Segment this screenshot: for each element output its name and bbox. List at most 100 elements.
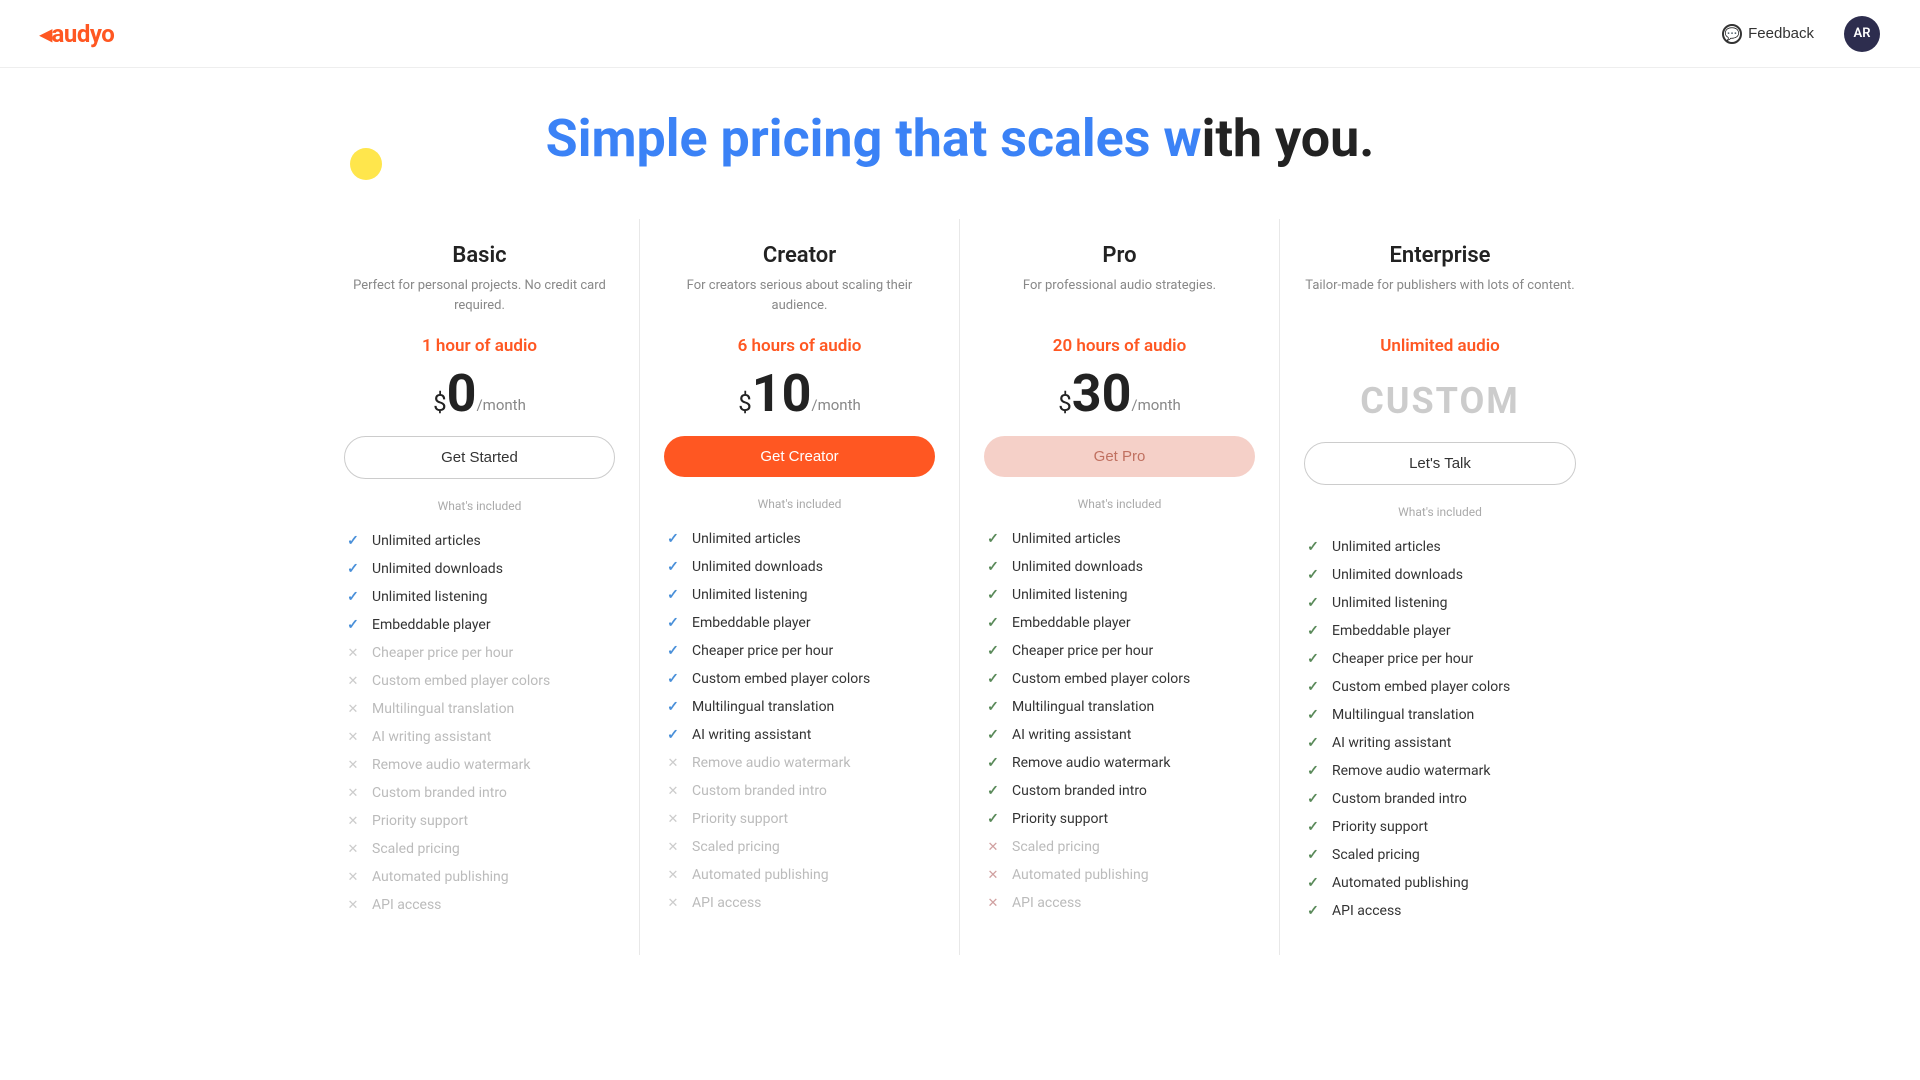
whats-included-label: What's included xyxy=(1304,505,1576,519)
check-icon: ✓ xyxy=(664,586,682,604)
check-icon: ✓ xyxy=(984,810,1002,828)
feature-item: ✕ API access xyxy=(664,889,935,917)
feature-item: ✓ Custom branded intro xyxy=(1304,785,1576,813)
feature-label: Scaled pricing xyxy=(1012,839,1100,855)
feature-label: Scaled pricing xyxy=(1332,847,1420,863)
feature-label: Embeddable player xyxy=(372,617,491,633)
feature-item: ✓ Unlimited downloads xyxy=(1304,561,1576,589)
feature-item: ✓ Cheaper price per hour xyxy=(1304,645,1576,673)
feature-label: Priority support xyxy=(1012,811,1108,827)
feature-list: ✓ Unlimited articles ✓ Unlimited downloa… xyxy=(984,525,1255,917)
check-icon: ✓ xyxy=(984,726,1002,744)
check-icon: ✓ xyxy=(1304,566,1322,584)
check-icon: ✓ xyxy=(664,614,682,632)
feature-item: ✓ Custom embed player colors xyxy=(984,665,1255,693)
feature-item: ✓ Remove audio watermark xyxy=(1304,757,1576,785)
feature-label: Embeddable player xyxy=(692,615,811,631)
feature-item: ✕ Remove audio watermark xyxy=(344,751,615,779)
check-icon: ✓ xyxy=(1304,622,1322,640)
check-icon: ✓ xyxy=(1304,762,1322,780)
check-icon: ✓ xyxy=(984,782,1002,800)
feature-item: ✕ Scaled pricing xyxy=(664,833,935,861)
feature-item: ✓ Embeddable player xyxy=(344,611,615,639)
feature-label: Custom embed player colors xyxy=(1332,679,1510,695)
feature-item: ✓ Custom branded intro xyxy=(984,777,1255,805)
avatar[interactable]: AR xyxy=(1844,16,1880,52)
hero-section: Simple pricing that scales with you. xyxy=(0,68,1920,189)
check-icon: ✓ xyxy=(664,530,682,548)
plan-audio: 1 hour of audio xyxy=(344,336,615,356)
price-custom: CUSTOM xyxy=(1304,368,1576,442)
feature-label: Unlimited listening xyxy=(1012,587,1127,603)
plan-audio: Unlimited audio xyxy=(1304,336,1576,356)
check-icon: ✓ xyxy=(984,698,1002,716)
x-icon: ✕ xyxy=(664,838,682,856)
whats-included-label: What's included xyxy=(664,497,935,511)
price-amount: 0 xyxy=(447,368,477,420)
price-period: /month xyxy=(811,396,860,420)
feature-item: ✓ Unlimited downloads xyxy=(984,553,1255,581)
price-symbol: $ xyxy=(1058,389,1072,417)
feedback-button[interactable]: 💬 Feedback xyxy=(1712,18,1824,50)
feature-label: Custom embed player colors xyxy=(372,673,550,689)
title-normal: ith you. xyxy=(1202,108,1375,169)
feature-item: ✓ Unlimited listening xyxy=(984,581,1255,609)
check-icon: ✓ xyxy=(984,642,1002,660)
feature-item: ✓ Embeddable player xyxy=(1304,617,1576,645)
feature-label: Multilingual translation xyxy=(372,701,514,717)
plan-cta-button[interactable]: Let's Talk xyxy=(1304,442,1576,485)
plan-desc: Perfect for personal projects. No credit… xyxy=(344,276,615,320)
feature-item: ✕ Priority support xyxy=(344,807,615,835)
feature-label: Embeddable player xyxy=(1012,615,1131,631)
feature-item: ✓ Unlimited articles xyxy=(664,525,935,553)
check-icon: ✓ xyxy=(1304,902,1322,920)
plan-price: $ 10 /month xyxy=(664,368,935,420)
price-amount: 10 xyxy=(752,368,812,420)
feature-item: ✕ Custom branded intro xyxy=(344,779,615,807)
feature-item: ✓ Multilingual translation xyxy=(984,693,1255,721)
feature-item: ✕ Automated publishing xyxy=(984,861,1255,889)
x-icon: ✕ xyxy=(664,866,682,884)
feature-label: Remove audio watermark xyxy=(1332,763,1491,779)
feature-item: ✕ AI writing assistant xyxy=(344,723,615,751)
feature-item: ✓ Unlimited articles xyxy=(1304,533,1576,561)
feature-label: API access xyxy=(692,895,761,911)
feedback-label: Feedback xyxy=(1748,25,1814,42)
plan-cta-button[interactable]: Get Started xyxy=(344,436,615,479)
x-icon: ✕ xyxy=(344,644,362,662)
plan-desc: For professional audio strategies. xyxy=(984,276,1255,320)
check-icon: ✓ xyxy=(1304,874,1322,892)
check-icon: ✓ xyxy=(664,726,682,744)
x-icon: ✕ xyxy=(664,754,682,772)
plan-card-creator: Creator For creators serious about scali… xyxy=(640,219,960,955)
whats-included-label: What's included xyxy=(984,497,1255,511)
feature-item: ✕ Custom embed player colors xyxy=(344,667,615,695)
check-icon: ✓ xyxy=(1304,538,1322,556)
feature-item: ✓ Automated publishing xyxy=(1304,869,1576,897)
check-icon: ✓ xyxy=(664,698,682,716)
plan-cta-button[interactable]: Get Creator xyxy=(664,436,935,477)
x-icon: ✕ xyxy=(984,894,1002,912)
feature-item: ✕ API access xyxy=(984,889,1255,917)
feature-label: Cheaper price per hour xyxy=(692,643,833,659)
check-icon: ✓ xyxy=(1304,734,1322,752)
check-icon: ✓ xyxy=(984,586,1002,604)
feature-label: Unlimited articles xyxy=(1332,539,1441,555)
feature-item: ✓ Embeddable player xyxy=(984,609,1255,637)
feature-label: Automated publishing xyxy=(692,867,829,883)
feature-item: ✓ Unlimited downloads xyxy=(664,553,935,581)
feature-item: ✕ Multilingual translation xyxy=(344,695,615,723)
feature-label: Custom embed player colors xyxy=(1012,671,1190,687)
logo: ◂audyo xyxy=(40,20,114,48)
feature-item: ✓ Remove audio watermark xyxy=(984,749,1255,777)
plan-name: Basic xyxy=(344,243,615,268)
x-icon: ✕ xyxy=(344,756,362,774)
feature-item: ✓ AI writing assistant xyxy=(1304,729,1576,757)
plan-audio: 20 hours of audio xyxy=(984,336,1255,356)
feature-item: ✓ Priority support xyxy=(984,805,1255,833)
feature-label: Remove audio watermark xyxy=(372,757,531,773)
feature-item: ✓ Unlimited listening xyxy=(1304,589,1576,617)
x-icon: ✕ xyxy=(664,782,682,800)
feature-label: AI writing assistant xyxy=(372,729,491,745)
plan-cta-button[interactable]: Get Pro xyxy=(984,436,1255,477)
